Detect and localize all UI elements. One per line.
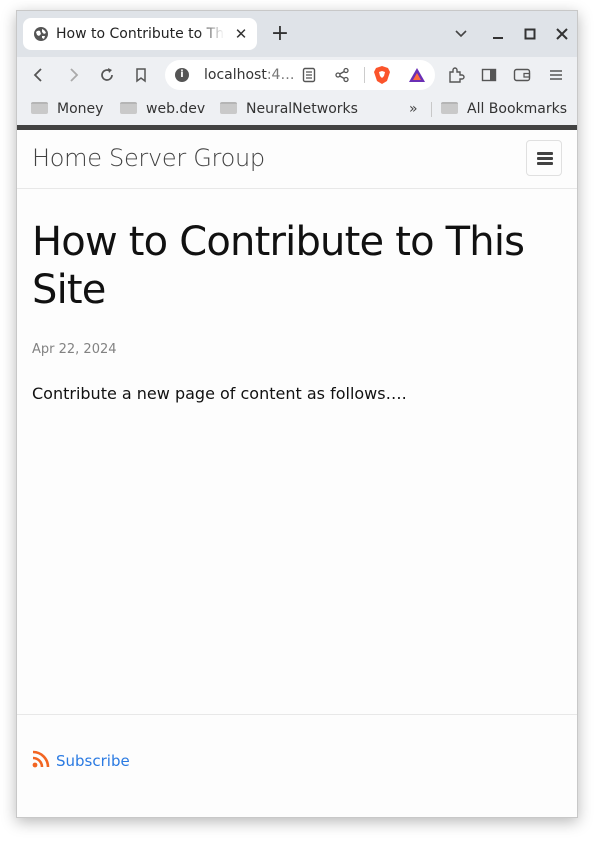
reload-icon[interactable]	[96, 65, 118, 85]
tab-search-icon[interactable]	[450, 23, 472, 45]
extensions-icon[interactable]	[445, 65, 467, 85]
subscribe-label[interactable]: Subscribe	[56, 752, 130, 770]
share-icon[interactable]	[333, 66, 351, 84]
folder-icon	[441, 102, 458, 114]
post-title: How to Contribute to This Site	[32, 219, 525, 313]
page-content: Home Server Group How to Contribute to T…	[17, 130, 577, 817]
site-title[interactable]: Home Server Group	[32, 143, 265, 173]
back-icon[interactable]	[28, 65, 50, 85]
browser-window: How to Contribute to This Site ✕ +	[16, 10, 578, 818]
close-window-icon[interactable]	[551, 23, 573, 45]
site-info-icon[interactable]: i	[175, 68, 189, 82]
bookmark-all-bookmarks[interactable]: All Bookmarks	[441, 99, 567, 119]
maximize-icon[interactable]	[519, 23, 541, 45]
hamburger-icon	[537, 152, 553, 155]
folder-icon	[31, 102, 48, 114]
subscribe-link[interactable]: Subscribe	[32, 750, 130, 772]
url-text: localhost:4…	[204, 67, 295, 83]
toolbar: i localhost:4…	[17, 57, 577, 93]
tab-strip: How to Contribute to This Site ✕ +	[17, 11, 577, 57]
wallet-icon[interactable]	[511, 65, 533, 85]
forward-icon[interactable]	[62, 65, 84, 85]
address-bar[interactable]: i localhost:4…	[165, 60, 435, 90]
nav-menu-button[interactable]	[526, 140, 562, 176]
tab-title: How to Contribute to This Site	[56, 26, 224, 42]
sidebar-icon[interactable]	[478, 65, 500, 85]
bookmark-web-dev[interactable]: web.dev	[120, 99, 205, 119]
bookmark-icon[interactable]	[130, 65, 152, 85]
folder-icon	[120, 102, 137, 114]
brave-rewards-icon[interactable]	[406, 65, 428, 85]
bookmarks-bar: Money web.dev NeuralNetworks » All Bookm…	[17, 93, 577, 125]
header-divider	[17, 188, 577, 189]
post-date: Apr 22, 2024	[32, 342, 117, 357]
minimize-icon[interactable]	[487, 23, 509, 45]
footer-divider	[17, 714, 577, 715]
close-tab-icon[interactable]: ✕	[232, 25, 250, 43]
globe-icon	[34, 27, 48, 41]
rss-icon	[32, 750, 50, 768]
new-tab-icon[interactable]: +	[269, 23, 291, 45]
tab-active[interactable]: How to Contribute to This Site ✕	[23, 18, 257, 50]
post-body: Contribute a new page of content as foll…	[32, 384, 407, 403]
folder-icon	[220, 102, 237, 114]
bookmark-neuralnetworks[interactable]: NeuralNetworks	[220, 99, 358, 119]
omnibox-divider	[364, 67, 365, 83]
brave-shields-icon[interactable]	[371, 65, 393, 85]
bookmarks-overflow-icon[interactable]: »	[409, 99, 418, 119]
bookmarks-divider	[431, 102, 432, 117]
menu-icon[interactable]	[545, 65, 567, 85]
reader-mode-icon[interactable]	[300, 66, 318, 84]
bookmark-money[interactable]: Money	[31, 99, 103, 119]
